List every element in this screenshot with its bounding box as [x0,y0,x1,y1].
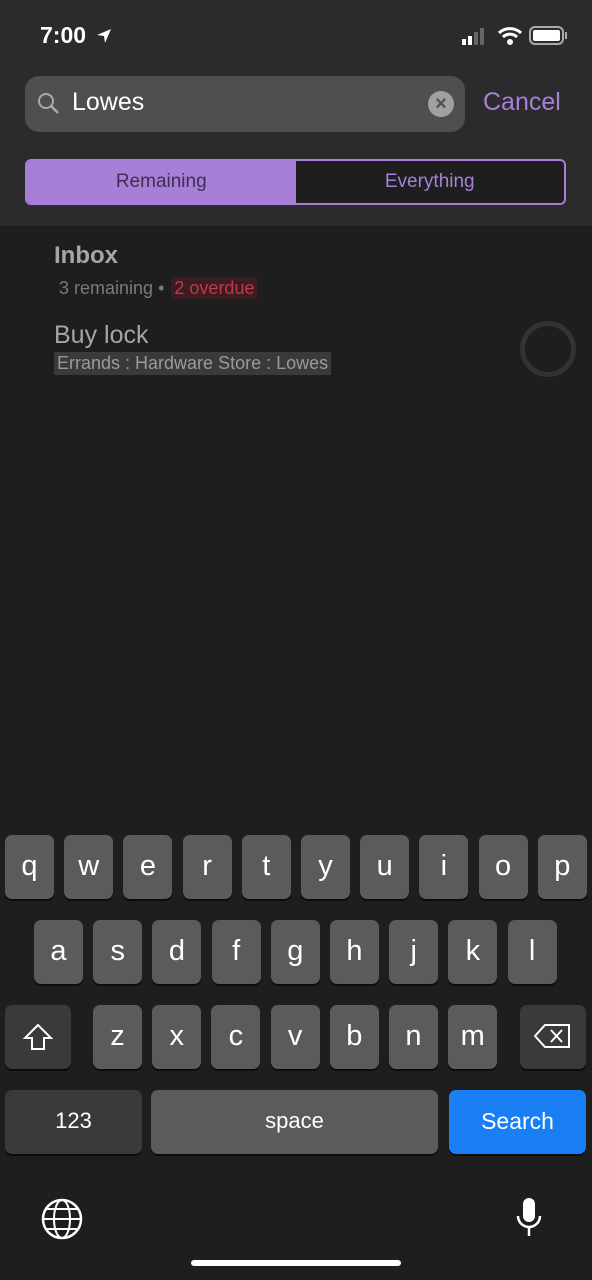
backspace-icon [533,1024,570,1048]
key-t[interactable]: t [241,835,291,899]
key-p[interactable]: p [537,835,587,899]
battery-icon [529,26,567,45]
globe-icon[interactable] [40,1197,84,1241]
key-l[interactable]: l [507,920,557,984]
key-v[interactable]: v [270,1005,320,1069]
cancel-button[interactable]: Cancel [483,88,561,117]
key-k[interactable]: k [448,920,498,984]
project-title[interactable]: Inbox [54,242,118,270]
segment-everything[interactable]: Everything [295,161,564,203]
key-m[interactable]: m [448,1005,498,1069]
wifi-icon [497,27,523,45]
shift-icon [22,1023,54,1050]
location-arrow-icon [97,29,111,43]
key-u[interactable]: u [360,835,410,899]
separator: • [158,278,165,298]
key-h[interactable]: h [330,920,379,984]
key-r[interactable]: r [182,835,232,899]
key-j[interactable]: j [389,920,439,984]
search-key[interactable]: Search [449,1090,586,1154]
key-w[interactable]: w [64,835,114,899]
overdue-badge: 2 overdue [171,277,258,299]
scope-segmented-control: Remaining Everything [25,159,566,205]
space-key[interactable]: space [151,1090,438,1154]
key-n[interactable]: n [389,1005,438,1069]
key-b[interactable]: b [329,1005,379,1069]
key-c[interactable]: c [211,1005,261,1069]
key-z[interactable]: z [93,1005,142,1069]
shift-key[interactable] [5,1005,71,1069]
signal-icon [462,28,484,45]
key-a[interactable]: a [34,920,83,984]
key-o[interactable]: o [478,835,528,899]
delete-key[interactable] [520,1005,586,1069]
status-time: 7:00 [40,22,87,48]
remaining-count: 3 remaining [59,278,154,298]
key-i[interactable]: i [419,835,469,899]
task-path: Errands : Hardware Store : Lowes [54,352,332,375]
key-e[interactable]: e [123,835,173,899]
key-f[interactable]: f [211,920,261,984]
home-indicator[interactable] [191,1260,401,1266]
key-d[interactable]: d [152,920,202,984]
search-icon [38,93,59,114]
task-title[interactable]: Buy lock [54,321,148,350]
microphone-icon[interactable] [514,1196,544,1240]
numbers-key[interactable]: 123 [5,1090,142,1154]
task-status-circle[interactable] [520,321,576,377]
key-x[interactable]: x [152,1005,202,1069]
key-s[interactable]: s [93,920,143,984]
clear-icon[interactable]: × [428,91,454,117]
key-y[interactable]: y [301,835,350,899]
search-value[interactable]: Lowes [72,88,144,117]
project-meta: 3 remaining • 2 overdue [59,277,258,299]
segment-remaining[interactable]: Remaining [27,161,296,203]
key-g[interactable]: g [270,920,320,984]
key-q[interactable]: q [5,835,54,899]
